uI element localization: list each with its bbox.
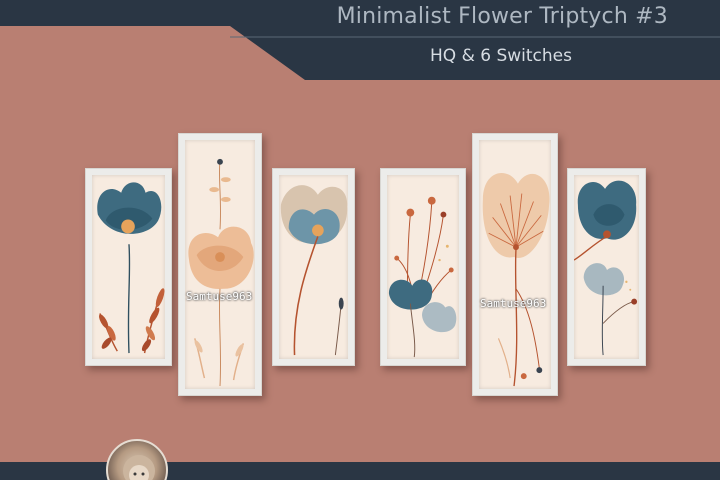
frame-1[interactable] [85,168,172,366]
doll-portrait-icon [123,455,155,480]
frame-5[interactable] [472,133,558,396]
watermark-right: Samtuse963 [480,297,547,310]
frame-2[interactable] [178,133,262,396]
frame-3[interactable] [272,168,355,366]
teal-flower-icon [574,175,639,359]
avatar[interactable] [106,439,168,480]
peach-dandelion-icon [479,140,551,389]
page-title: Minimalist Flower Triptych #3 [336,4,668,29]
teal-poppy-icon [92,175,165,359]
watermark-left: Samtuse963 [186,290,253,303]
peach-flower-icon [185,140,255,389]
blue-beige-flower-icon [279,175,348,359]
page-subtitle: HQ & 6 Switches [430,46,572,66]
frame-4[interactable] [380,168,466,366]
frame-6[interactable] [567,168,646,366]
dandelion-berries-icon [387,175,459,359]
